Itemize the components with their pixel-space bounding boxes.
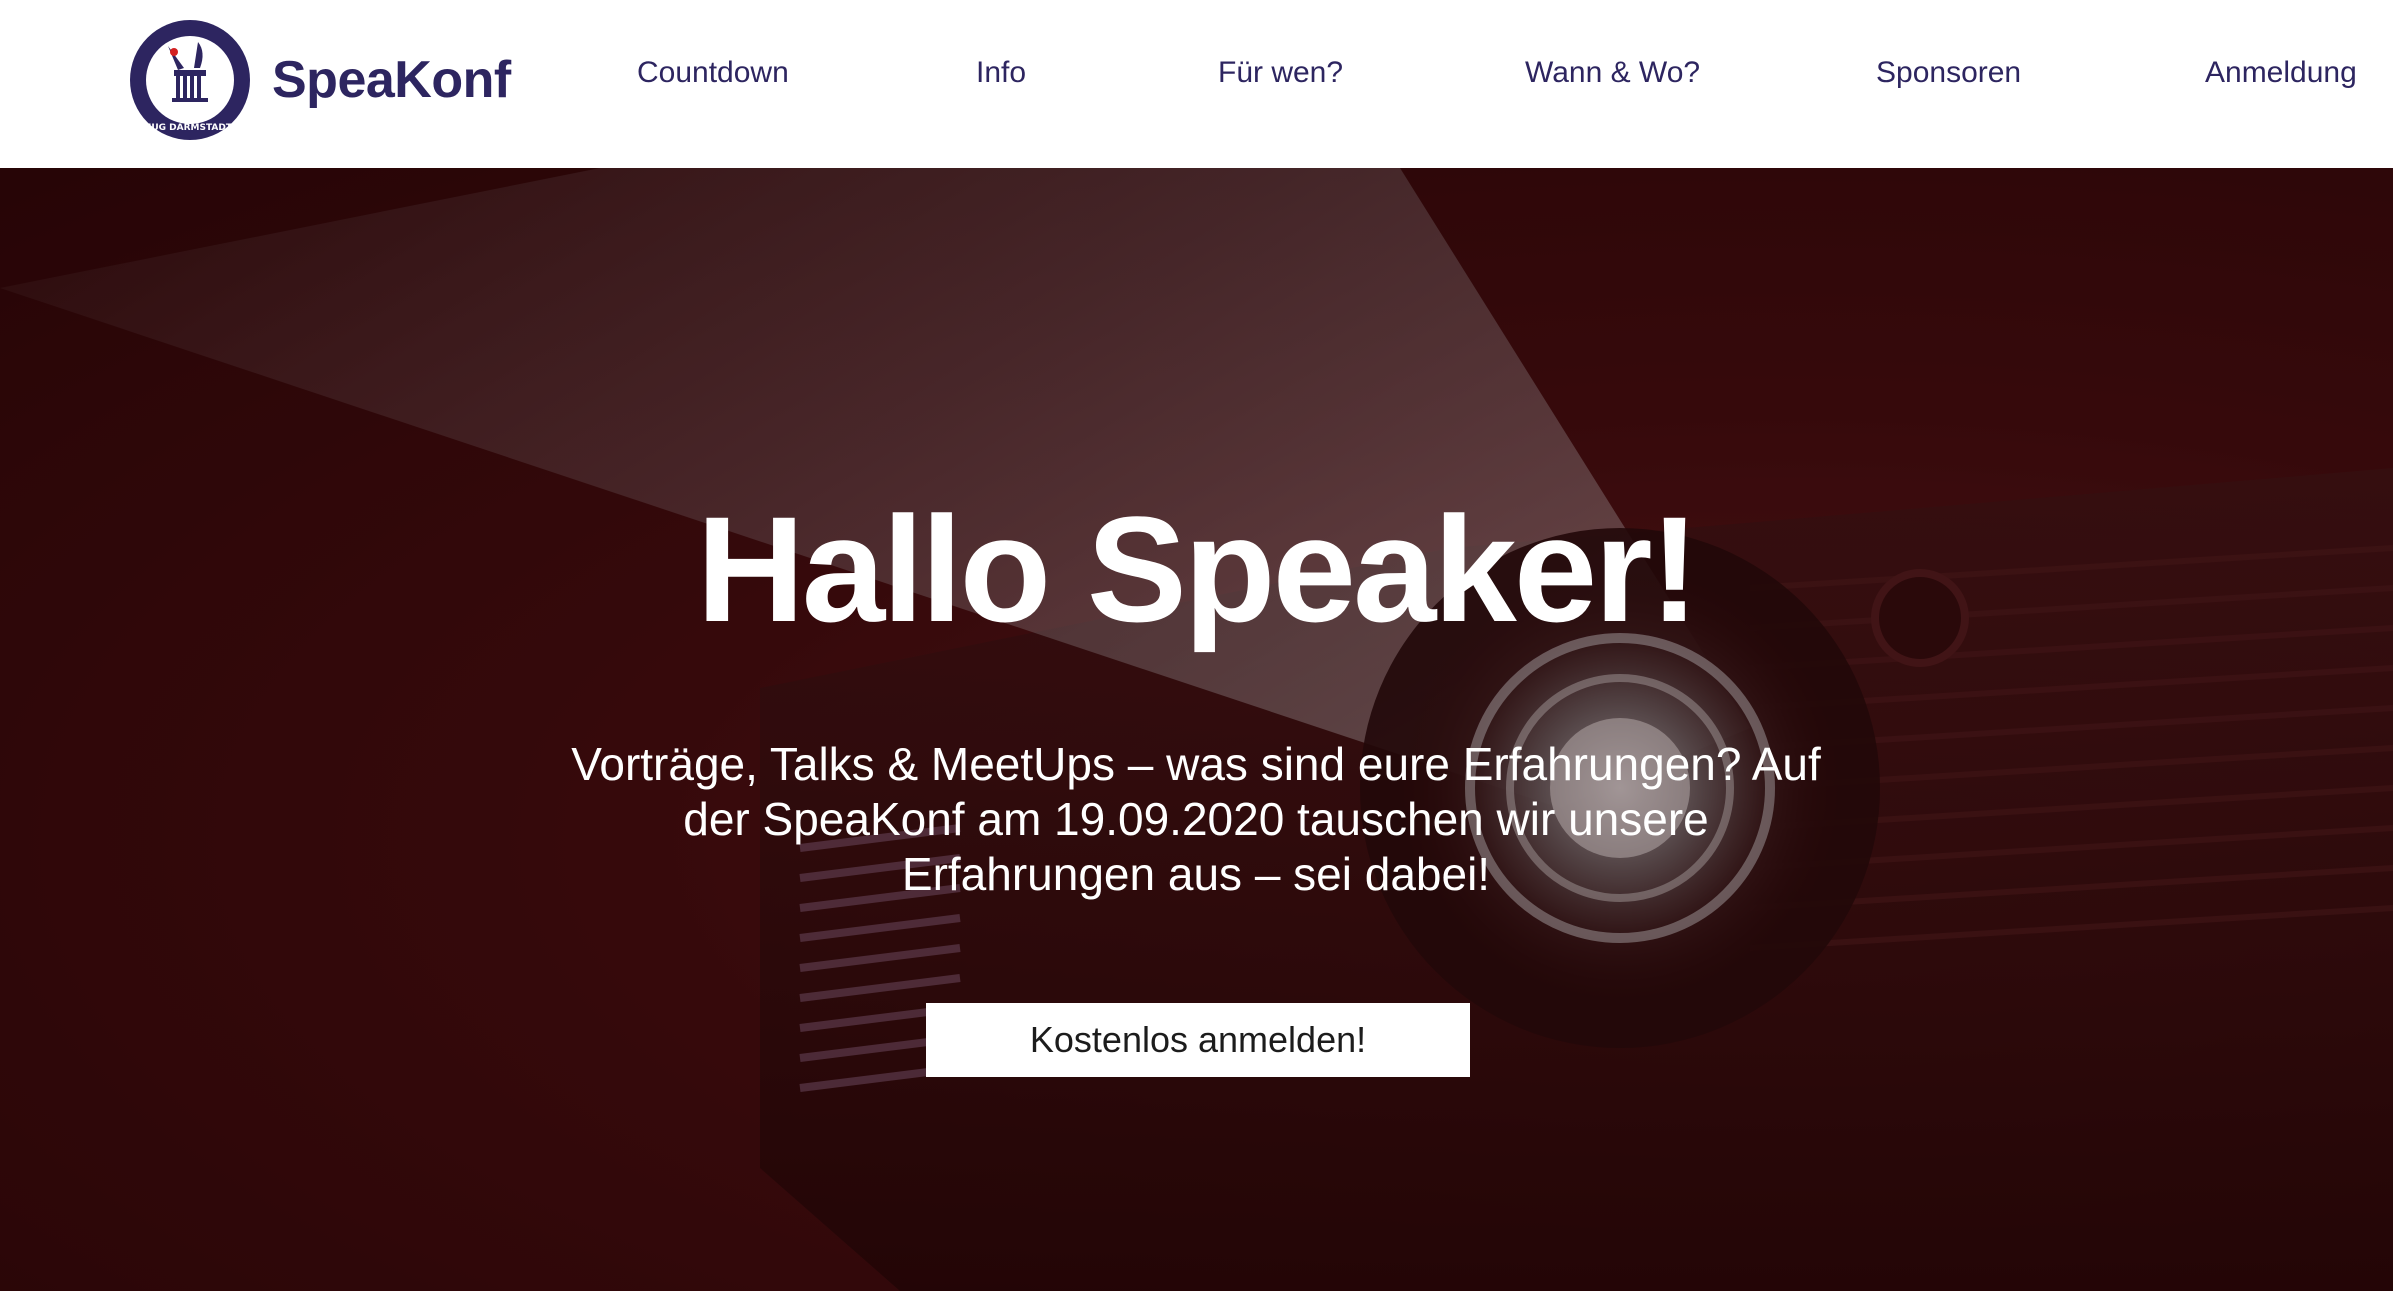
nav-fuer-wen[interactable]: Für wen? — [1218, 56, 1343, 90]
nav-info[interactable]: Info — [976, 56, 1026, 90]
hero-subtitle: Vorträge, Talks & MeetUps – was sind eur… — [571, 738, 1821, 900]
hero-title: Hallo Speaker! — [696, 484, 1699, 653]
nav-wann-wo[interactable]: Wann & Wo? — [1525, 56, 1700, 90]
nav-anmeldung[interactable]: Anmeldung — [2205, 56, 2357, 90]
main-nav: Countdown Info Für wen? Wann & Wo? Spons… — [0, 0, 2393, 154]
register-button[interactable]: Kostenlos anmelden! — [926, 1003, 1470, 1077]
hero-section: Hallo Speaker! Vorträge, Talks & MeetUps… — [0, 168, 2393, 1291]
projector-background-image — [0, 168, 2393, 1291]
nav-sponsoren[interactable]: Sponsoren — [1876, 56, 2021, 90]
nav-countdown[interactable]: Countdown — [637, 56, 789, 90]
site-header: JUG DARMSTADT SpeaKonf Countdown Info Fü… — [0, 0, 2393, 168]
